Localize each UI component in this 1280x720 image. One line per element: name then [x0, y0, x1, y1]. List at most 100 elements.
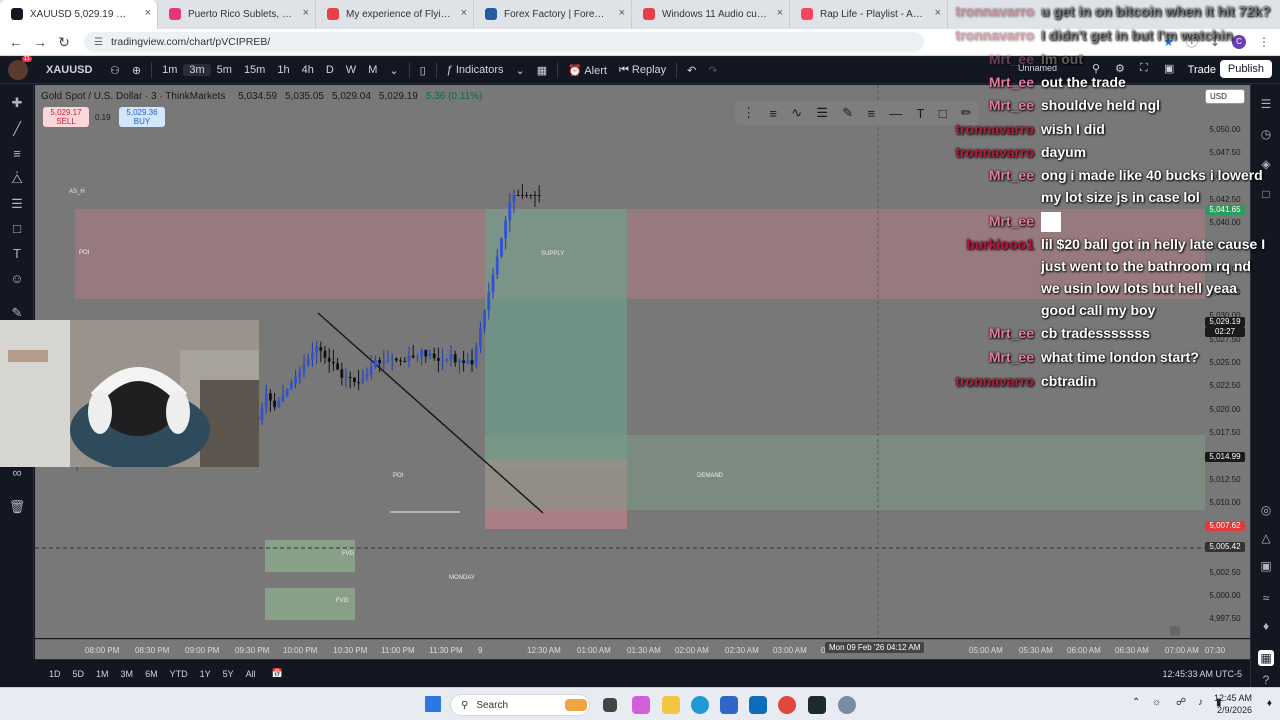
tab-close-icon[interactable]: × [777, 7, 783, 19]
range-1y[interactable]: 1Y [200, 669, 211, 679]
interval-M[interactable]: M [362, 64, 383, 76]
replay-button[interactable]: ⏮ Replay [613, 64, 672, 77]
chat-username[interactable]: tronnavarro [955, 0, 1034, 22]
back-icon[interactable]: ← [4, 34, 28, 50]
drag-handle-icon[interactable]: ⋮ [742, 105, 755, 121]
line-style-icon[interactable]: ≡ [769, 106, 777, 121]
sell-button[interactable]: 5,029.17 SELL [43, 107, 89, 127]
trendline-tool-icon[interactable]: ╱ [8, 120, 26, 138]
intervals-dropdown-icon[interactable]: ⌄ [383, 64, 404, 77]
range-1d[interactable]: 1D [49, 669, 61, 679]
browser-tab[interactable]: Puerto Rico Sublets, Short Term × [158, 0, 316, 29]
chat-username[interactable]: tronnavarro [955, 370, 1034, 392]
outlook-icon[interactable] [749, 696, 767, 714]
chat-username[interactable]: Mrt_ee [989, 71, 1034, 93]
browser-tab[interactable]: Windows 11 Audio cutting out × [632, 0, 790, 29]
windows-start-icon[interactable] [425, 696, 441, 712]
indicators-button[interactable]: ƒ Indicators [441, 64, 510, 76]
tab-close-icon[interactable]: × [461, 7, 467, 19]
tab-close-icon[interactable]: × [619, 7, 625, 19]
interval-15m[interactable]: 15m [238, 64, 271, 76]
apps-grid-icon[interactable]: ▦ [1258, 650, 1274, 666]
interval-5m[interactable]: 5m [211, 64, 238, 76]
chat-username[interactable]: tronnavarro [955, 141, 1034, 163]
network-icon[interactable]: ☍ [1176, 697, 1186, 708]
tab-close-icon[interactable]: × [303, 7, 309, 19]
add-symbol-icon[interactable]: ⊕ [126, 64, 147, 77]
annotation-ash[interactable]: AS_H [69, 189, 85, 195]
date-range-icon[interactable]: 📅 [272, 668, 283, 679]
emoji-tool-icon[interactable]: ☺ [8, 270, 26, 288]
calendar-icon[interactable]: ▣ [1258, 558, 1274, 574]
fib-tool-icon[interactable]: ≡ [8, 145, 26, 163]
range-3m[interactable]: 3M [121, 669, 134, 679]
url-field[interactable]: ☰ tradingview.com/chart/pVCIPREB/ [84, 32, 924, 52]
reload-icon[interactable]: ↻ [52, 34, 76, 51]
volume-icon[interactable]: ♪ [1198, 697, 1203, 708]
chat-username[interactable]: Mrt_ee [989, 322, 1034, 344]
browser-tab[interactable]: Rap Life - Playlist - Apple Music× [790, 0, 948, 29]
chat-username[interactable]: Mrt_ee [989, 210, 1034, 232]
text-tool-icon[interactable]: T [8, 245, 26, 263]
interval-1m[interactable]: 1m [156, 64, 183, 76]
symbol-search[interactable]: XAUUSD [40, 64, 104, 76]
annotation-poi-left[interactable]: POI [79, 250, 89, 256]
undo-icon[interactable]: ↶ [681, 64, 702, 77]
indicator-templates-icon[interactable]: ⌄ [510, 64, 531, 77]
system-clock[interactable]: 12:45 AM 2/9/2026 [1214, 692, 1252, 716]
help-icon[interactable]: ? [1258, 672, 1274, 688]
chat-username[interactable]: tronnavarro [955, 24, 1034, 46]
annotation-demand[interactable]: DEMAND [697, 473, 723, 479]
user-avatar[interactable]: 11 [8, 56, 32, 80]
chrome-icon[interactable] [778, 696, 796, 714]
line-icon[interactable]: — [889, 106, 902, 121]
annotation-poi-mid[interactable]: POI [393, 473, 403, 479]
pattern-tool-icon[interactable]: ⧊ [8, 170, 26, 188]
widget-icon[interactable] [565, 699, 587, 711]
interval-W[interactable]: W [340, 64, 362, 76]
chat-username[interactable]: Mrt_ee [989, 346, 1034, 368]
text-icon[interactable]: T [917, 106, 925, 121]
store-icon[interactable] [720, 696, 738, 714]
line-width-icon[interactable]: ≡ [867, 106, 875, 121]
shapes-tool-icon[interactable]: □ [8, 220, 26, 238]
pencil-icon[interactable]: ✎ [842, 105, 853, 121]
range-all[interactable]: All [246, 669, 256, 679]
layout-grid-icon[interactable]: ▦ [531, 64, 553, 77]
stream-icon[interactable]: ≈ [1258, 590, 1274, 606]
bell-icon[interactable]: ♦ [1258, 618, 1274, 634]
chart-type-icon[interactable]: ▯ [414, 64, 432, 77]
annotation-fvg2[interactable]: FVG [336, 598, 348, 604]
alert-button[interactable]: ⏰ Alert [562, 64, 613, 77]
target-icon[interactable]: ◎ [1258, 502, 1274, 518]
buy-button[interactable]: 5,029.36 BUY [119, 107, 165, 127]
chat-username[interactable]: Mrt_ee [989, 94, 1034, 116]
annotation-supply[interactable]: SUPPLY [541, 251, 564, 257]
browser-tab[interactable]: My experience of Flying to Pue × [316, 0, 474, 29]
chat-username[interactable]: Mrt_ee [989, 48, 1034, 70]
edge-icon[interactable] [691, 696, 709, 714]
crosshair-tool-icon[interactable]: ✚ [8, 94, 26, 112]
task-view-icon[interactable] [603, 698, 617, 712]
tray-chevron-icon[interactable]: ⌃ [1132, 697, 1140, 708]
range-1m[interactable]: 1M [96, 669, 109, 679]
browser-tab[interactable]: Forex Factory | Forex markets f × [474, 0, 632, 29]
range-5y[interactable]: 5Y [223, 669, 234, 679]
copilot-icon[interactable] [632, 696, 650, 714]
trash-tool-icon[interactable]: 🗑 [8, 498, 26, 516]
chat-username[interactable]: burkiooo1 [966, 233, 1034, 255]
forward-icon[interactable]: → [28, 34, 52, 50]
interval-1h[interactable]: 1h [271, 64, 295, 76]
chat-username[interactable]: tronnavarro [955, 118, 1034, 140]
browser-tab[interactable]: XAUUSD 5,029.19 ▲ +1.27% U × [0, 0, 158, 29]
interval-3m[interactable]: 3m [183, 64, 211, 76]
annotation-fvg1[interactable]: FVG [342, 551, 354, 557]
wifi-icon[interactable]: ☼ [1152, 697, 1161, 708]
redo-icon[interactable]: ↷ [702, 64, 723, 77]
triangle-icon[interactable]: △ [1258, 530, 1274, 546]
tab-close-icon[interactable]: × [145, 7, 151, 19]
forecast-tool-icon[interactable]: ☰ [8, 195, 26, 213]
notification-bell-icon[interactable]: ♦ [1267, 698, 1272, 709]
range-5d[interactable]: 5D [73, 669, 85, 679]
interval-D[interactable]: D [320, 64, 340, 76]
